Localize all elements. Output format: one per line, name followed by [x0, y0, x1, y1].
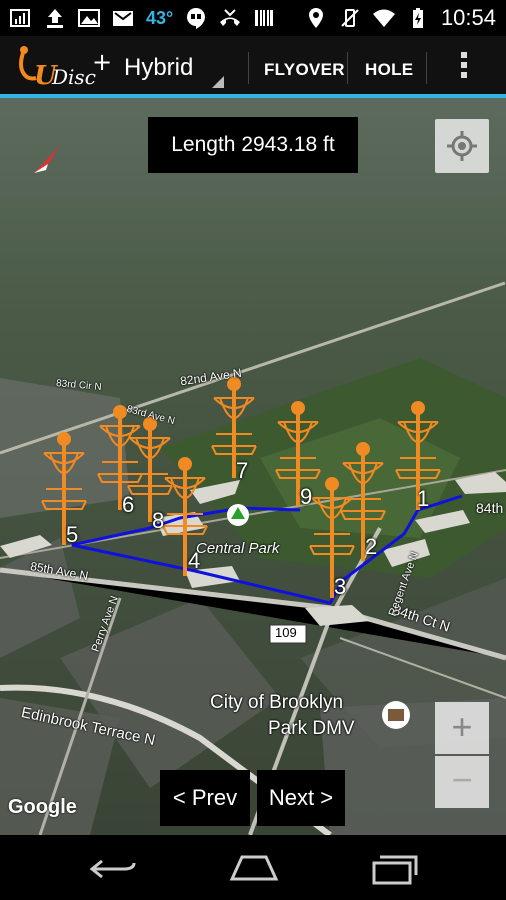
- hole-3-label[interactable]: 3: [334, 574, 346, 600]
- divider: [426, 52, 427, 84]
- satellite-map[interactable]: 1 2 3 4 5 6 7 8 9 82nd Ave N 83rd Cir N …: [0, 98, 506, 835]
- dmv-label-line2[interactable]: Park DMV: [268, 718, 355, 740]
- hole-6-label[interactable]: 6: [122, 492, 134, 518]
- hole-8-label[interactable]: 8: [152, 508, 164, 534]
- zoom-in-button[interactable]: +: [435, 702, 489, 754]
- flyover-button[interactable]: FLYOVER: [264, 60, 345, 80]
- home-icon[interactable]: [228, 853, 280, 883]
- udisc-logo[interactable]: U Disc +: [14, 44, 114, 90]
- upload-icon: [47, 9, 63, 28]
- barcode-icon: [255, 10, 274, 26]
- dmv-label-line1[interactable]: City of Brooklyn: [210, 692, 343, 714]
- signal-bars-icon: [10, 9, 30, 27]
- hole-5-label[interactable]: 5: [66, 522, 78, 548]
- my-location-icon: [447, 131, 477, 161]
- recent-apps-icon[interactable]: [370, 853, 420, 885]
- battery-icon: [412, 8, 423, 28]
- image-icon: [78, 9, 100, 27]
- temperature: 43°: [146, 7, 174, 28]
- gmail-icon: [113, 11, 133, 26]
- hangouts-icon: [187, 8, 206, 29]
- location-pin-icon: [308, 8, 323, 28]
- action-bar: U Disc + Hybrid FLYOVER HOLE: [0, 36, 506, 98]
- wifi-icon: [372, 9, 395, 27]
- google-logo: Google: [8, 796, 77, 818]
- hole-2-label[interactable]: 2: [365, 534, 377, 560]
- highway-shield-label: 109: [275, 625, 297, 640]
- next-hole-button[interactable]: Next >: [257, 770, 345, 826]
- dropdown-triangle-icon: [212, 76, 224, 88]
- divider: [248, 52, 249, 84]
- vibrate-off-icon: [341, 9, 359, 27]
- svg-text:+: +: [92, 48, 112, 76]
- missed-call-icon: [220, 9, 241, 26]
- hole-9-label[interactable]: 9: [300, 484, 312, 510]
- status-bar: 43° 10:54: [0, 0, 506, 36]
- hole-7-label[interactable]: 7: [236, 458, 248, 484]
- road-label: 84th: [476, 500, 504, 516]
- overflow-menu-icon[interactable]: [461, 52, 469, 82]
- system-nav-bar: [0, 835, 506, 900]
- map-mode-dropdown[interactable]: Hybrid: [124, 54, 193, 82]
- hole-button[interactable]: HOLE: [365, 60, 413, 80]
- hole-1-label[interactable]: 1: [417, 486, 429, 512]
- back-icon[interactable]: [88, 855, 138, 883]
- divider: [347, 52, 348, 84]
- my-location-button[interactable]: [435, 119, 489, 173]
- svg-text:Disc: Disc: [51, 65, 96, 89]
- park-label[interactable]: Central Park: [196, 540, 279, 557]
- prev-hole-button[interactable]: < Prev: [160, 770, 250, 826]
- clock: 10:54: [440, 5, 496, 30]
- course-length-box: Length 2943.18 ft: [148, 117, 358, 173]
- zoom-out-button[interactable]: −: [435, 756, 489, 808]
